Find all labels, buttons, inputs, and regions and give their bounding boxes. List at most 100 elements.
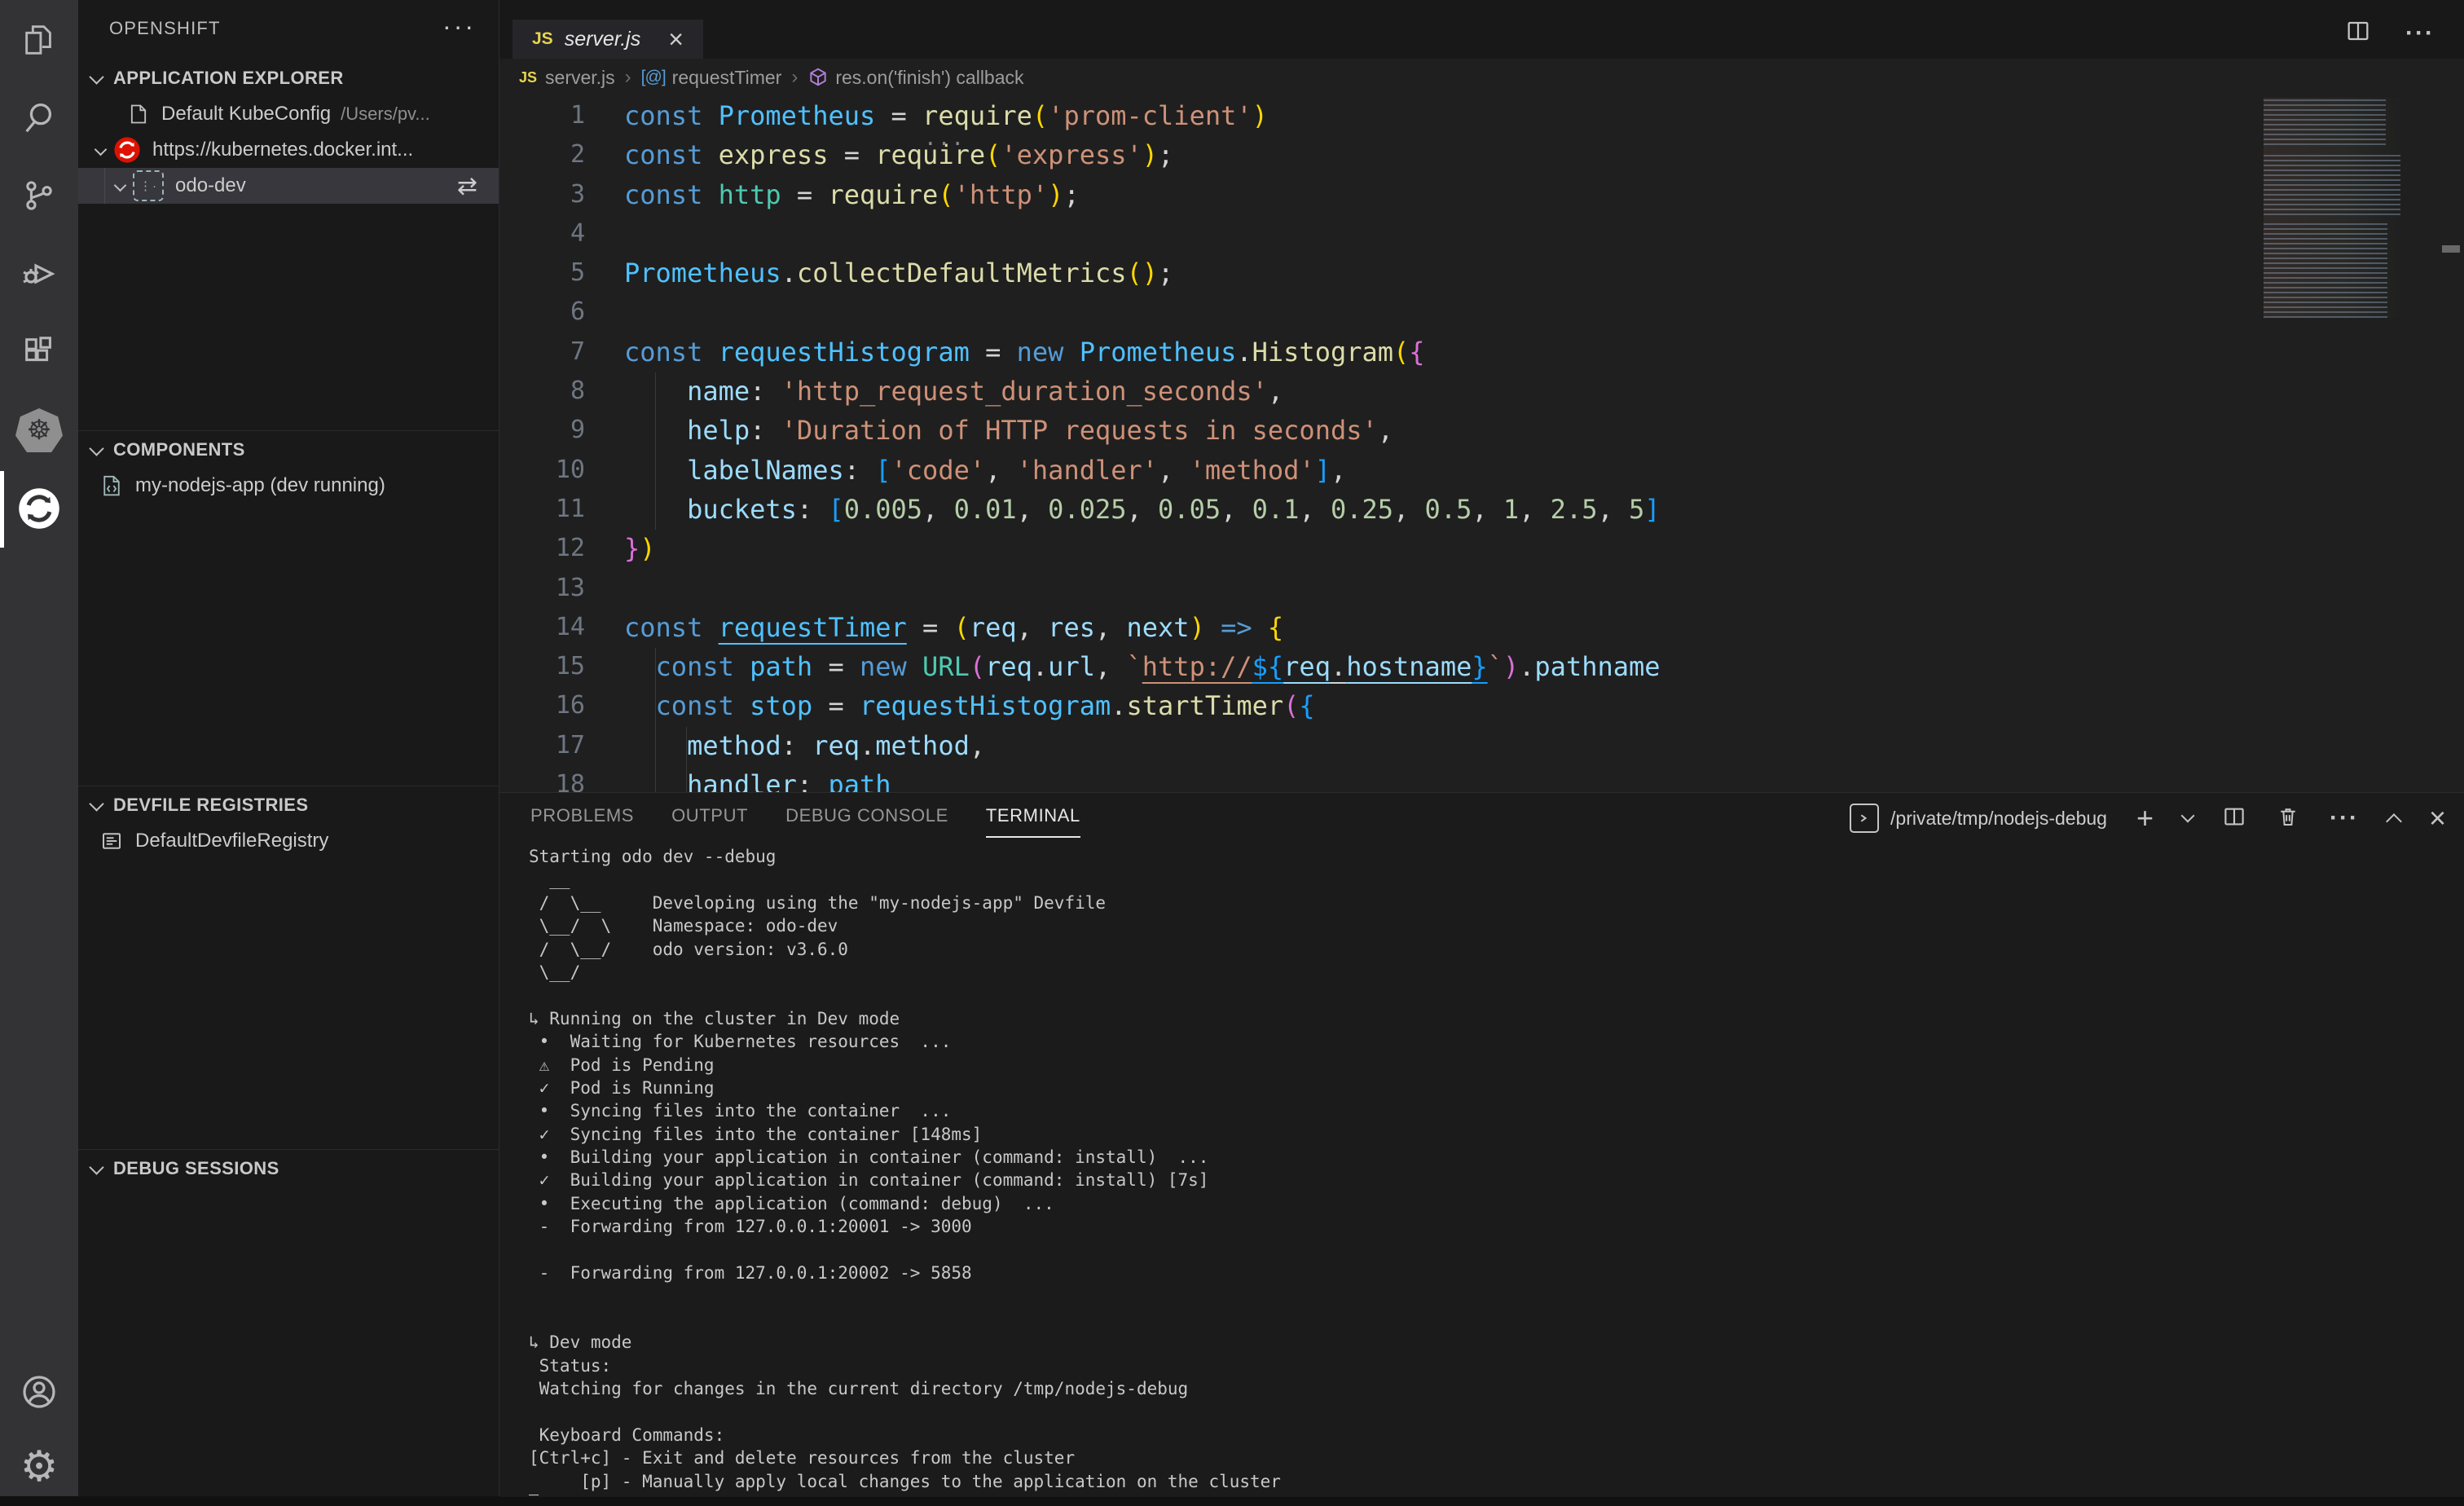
- tree-item-default-devfile-registry[interactable]: DefaultDevfileRegistry: [78, 823, 499, 859]
- terminal-line: [Ctrl+c] - Exit and delete resources fro…: [529, 1447, 2403, 1469]
- code-line[interactable]: 6: [499, 293, 2464, 332]
- openshift-cluster-icon: [113, 136, 141, 164]
- breadcrumb-item-symbol[interactable]: [@] requestTimer: [641, 67, 782, 89]
- line-number: 4: [499, 214, 585, 253]
- terminal-line: • Executing the application (command: de…: [529, 1192, 2403, 1215]
- kubernetes-wheel-glyph: ☸: [15, 408, 63, 452]
- terminal-line: \__/ \ Namespace: odo-dev: [529, 914, 2403, 937]
- terminal-line: ⚠ Pod is Pending: [529, 1054, 2403, 1077]
- close-panel-icon[interactable]: ×: [2429, 804, 2446, 833]
- tab-server-js[interactable]: JS server.js ×: [513, 20, 703, 59]
- account-icon[interactable]: [0, 1353, 78, 1431]
- panel-header: PROBLEMS OUTPUT DEBUG CONSOLE TERMINAL /…: [499, 793, 2464, 843]
- search-icon[interactable]: [0, 78, 78, 156]
- line-text: labelNames: ['code', 'handler', 'method'…: [624, 451, 1346, 490]
- chevron-down-icon: [114, 178, 127, 192]
- breadcrumb-item-callback[interactable]: res.on('finish') callback: [807, 67, 1023, 89]
- code-line[interactable]: 5Prometheus.collectDefaultMetrics();: [499, 253, 2464, 293]
- code-line[interactable]: 15 const path = new URL(req.url, `http:/…: [499, 647, 2464, 686]
- code-line[interactable]: 12}): [499, 529, 2464, 568]
- code-line[interactable]: 8 name: 'http_request_duration_seconds',: [499, 372, 2464, 411]
- line-number: 5: [499, 253, 585, 293]
- sidebar-title: OPENSHIFT: [109, 18, 221, 39]
- swap-namespace-icon[interactable]: ⇄: [457, 172, 477, 200]
- tree-item-odo-dev[interactable]: ⋮· odo-dev ⇄: [78, 168, 499, 204]
- tab-output[interactable]: OUTPUT: [671, 805, 748, 831]
- line-number: 3: [499, 175, 585, 214]
- explorer-icon[interactable]: [0, 0, 78, 78]
- tab-problems[interactable]: PROBLEMS: [530, 805, 634, 831]
- tab-terminal[interactable]: TERMINAL: [986, 805, 1080, 831]
- code-line[interactable]: 18 handler: path: [499, 765, 2464, 792]
- tree-item-label: odo-dev: [175, 174, 246, 197]
- tab-close-icon[interactable]: ×: [668, 26, 684, 52]
- more-actions-icon[interactable]: ···: [2405, 20, 2435, 47]
- js-file-icon: JS: [519, 69, 537, 86]
- line-number: 13: [499, 569, 585, 608]
- openshift-sidebar: OPENSHIFT ··· APPLICATION EXPLORER Defau…: [78, 0, 499, 1496]
- chevron-down-icon: [95, 143, 108, 156]
- line-text: const Prometheus = require('prom-client'…: [624, 96, 1268, 135]
- code-line[interactable]: 10 labelNames: ['code', 'handler', 'meth…: [499, 451, 2464, 490]
- line-number: 2: [499, 135, 585, 174]
- code-line[interactable]: 4: [499, 214, 2464, 253]
- code-line[interactable]: 14const requestTimer = (req, res, next) …: [499, 608, 2464, 647]
- tree-item-label: Default KubeConfig: [161, 103, 331, 126]
- terminal-line: [529, 1400, 2403, 1423]
- split-editor-icon[interactable]: [2345, 18, 2371, 48]
- terminal-line: Starting odo dev --debug: [529, 845, 2403, 868]
- terminal-dropdown-icon[interactable]: [2180, 809, 2194, 823]
- run-debug-icon[interactable]: [0, 235, 78, 313]
- terminal-line: [p] - Manually apply local changes to th…: [529, 1470, 2403, 1493]
- split-terminal-icon[interactable]: [2222, 804, 2246, 833]
- code-editor[interactable]: 1const Prometheus = require('prom-client…: [499, 96, 2464, 792]
- line-number: 17: [499, 726, 585, 765]
- terminal-line: • Building your application in container…: [529, 1146, 2403, 1169]
- extensions-icon[interactable]: [0, 313, 78, 391]
- line-number: 14: [499, 608, 585, 647]
- section-application-explorer[interactable]: APPLICATION EXPLORER: [78, 60, 499, 96]
- code-line[interactable]: 2const express = require('express');: [499, 135, 2464, 174]
- terminal-line: / \__ Developing using the "my-nodejs-ap…: [529, 892, 2403, 914]
- code-line[interactable]: 3 const http = require('http');: [499, 175, 2464, 214]
- terminal-line: ✓ Syncing files into the container [148m…: [529, 1123, 2403, 1146]
- panel-actions: /private/tmp/nodejs-debug + ··· ×: [1850, 793, 2446, 843]
- minimap[interactable]: [2264, 98, 2404, 318]
- source-control-icon[interactable]: [0, 156, 78, 235]
- new-terminal-icon[interactable]: +: [2136, 804, 2154, 833]
- activity-bar: ☸ ⚙: [0, 0, 78, 1496]
- code-line[interactable]: 13: [499, 569, 2464, 608]
- tree-item-label: https://kubernetes.docker.int...: [152, 139, 413, 161]
- tree-indent-guide: [104, 168, 105, 204]
- section-components[interactable]: COMPONENTS: [78, 432, 499, 468]
- code-line[interactable]: 17 method: req.method,: [499, 726, 2464, 765]
- terminal-line: ↳ Dev mode: [529, 1331, 2403, 1354]
- tab-debug-console[interactable]: DEBUG CONSOLE: [785, 805, 948, 831]
- tree-item-my-nodejs-app[interactable]: my-nodejs-app (dev running): [78, 468, 499, 504]
- section-debug-sessions[interactable]: DEBUG SESSIONS: [78, 1151, 499, 1187]
- openshift-icon[interactable]: [0, 469, 78, 548]
- kill-terminal-icon[interactable]: [2276, 804, 2300, 833]
- breadcrumb-item-file[interactable]: JS server.js: [519, 67, 615, 89]
- line-text: const http = require('http');: [624, 175, 1080, 214]
- kubernetes-icon[interactable]: ☸: [0, 391, 78, 469]
- tree-item-kubeconfig[interactable]: Default KubeConfig /Users/pv...: [78, 96, 499, 132]
- panel-more-actions-icon[interactable]: ···: [2330, 804, 2359, 832]
- code-line[interactable]: 9 help: 'Duration of HTTP requests in se…: [499, 411, 2464, 450]
- code-line[interactable]: 1const Prometheus = require('prom-client…: [499, 96, 2464, 135]
- file-icon: [127, 102, 150, 126]
- sidebar-more-actions-icon[interactable]: ···: [442, 11, 476, 42]
- terminal-session-selector[interactable]: /private/tmp/nodejs-debug: [1850, 804, 2107, 833]
- terminal-output[interactable]: Starting odo dev --debug __ / \__ Develo…: [529, 845, 2403, 1495]
- terminal-line: ↳ Running on the cluster in Dev mode: [529, 1007, 2403, 1030]
- line-number: 16: [499, 686, 585, 725]
- code-line[interactable]: 11 buckets: [0.005, 0.01, 0.025, 0.05, 0…: [499, 490, 2464, 529]
- tree-item-cluster-url[interactable]: https://kubernetes.docker.int...: [78, 132, 499, 168]
- maximize-panel-icon[interactable]: [2386, 813, 2402, 830]
- settings-gear-icon[interactable]: ⚙: [0, 1428, 78, 1506]
- code-line[interactable]: 7const requestHistogram = new Prometheus…: [499, 332, 2464, 372]
- section-devfile-registries[interactable]: DEVFILE REGISTRIES: [78, 787, 499, 823]
- terminal-line: Keyboard Commands:: [529, 1424, 2403, 1447]
- code-line[interactable]: 16 const stop = requestHistogram.startTi…: [499, 686, 2464, 725]
- terminal-line: \__/: [529, 961, 2403, 984]
